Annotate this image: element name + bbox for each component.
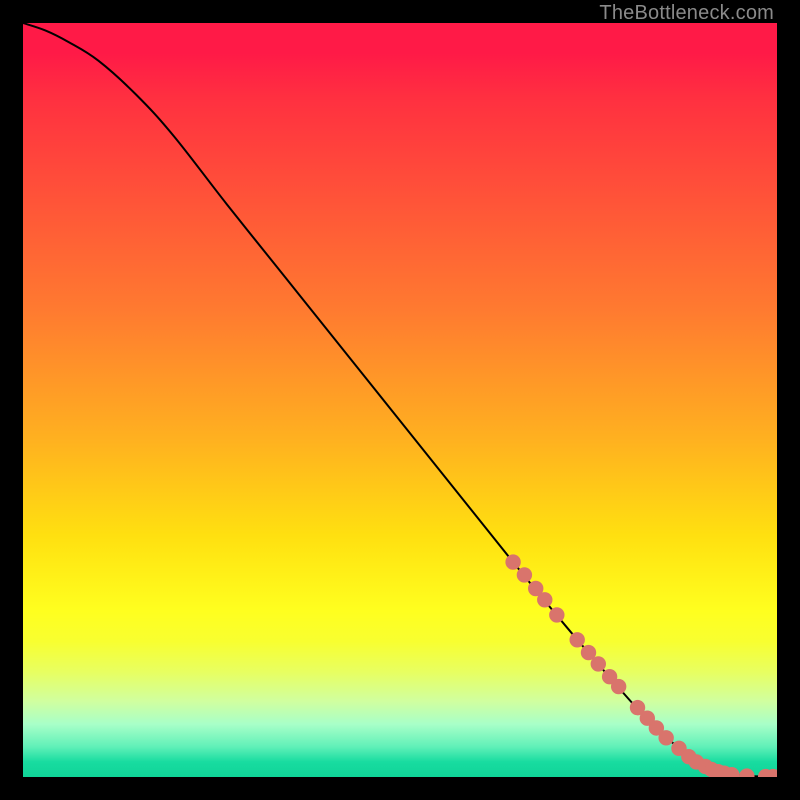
data-dot bbox=[591, 657, 605, 671]
data-dot bbox=[550, 608, 564, 622]
data-dot bbox=[725, 768, 739, 777]
plot-area bbox=[23, 23, 777, 777]
data-dot bbox=[570, 633, 584, 647]
curve-line bbox=[23, 23, 777, 777]
data-dot bbox=[659, 731, 673, 745]
data-dot bbox=[740, 769, 754, 777]
data-dot bbox=[506, 555, 520, 569]
chart-svg bbox=[23, 23, 777, 777]
data-dot bbox=[517, 568, 531, 582]
watermark-text: TheBottleneck.com bbox=[599, 2, 774, 25]
data-dot bbox=[581, 645, 595, 659]
data-dot bbox=[538, 593, 552, 607]
data-dot bbox=[611, 679, 625, 693]
highlight-dots bbox=[506, 555, 777, 777]
